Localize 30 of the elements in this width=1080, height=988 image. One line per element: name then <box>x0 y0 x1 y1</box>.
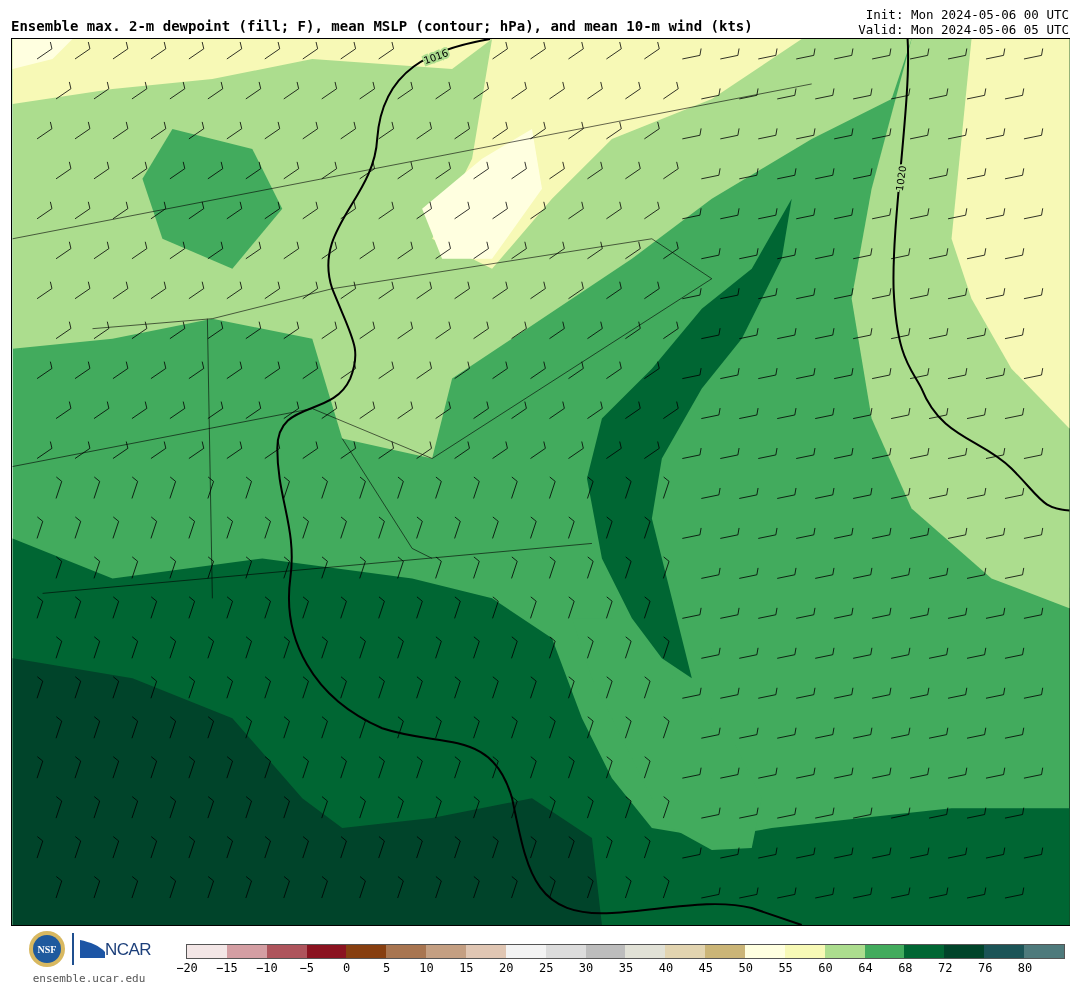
scale-tick-label: −20 <box>176 962 198 974</box>
scale-tick-label: 45 <box>698 962 714 974</box>
valid-time: Valid: Mon 2024-05-06 05 UTC <box>858 22 1069 37</box>
isobar-label: 1016 <box>422 47 450 67</box>
ncar-logo: NCAR <box>104 941 152 958</box>
scale-tick-label: 60 <box>818 962 833 974</box>
nsf-logo: NSF <box>27 930 66 968</box>
scale-tick-label: 76 <box>977 962 993 974</box>
scale-tick-label: 20 <box>499 962 514 974</box>
scale-tick-label: 15 <box>459 962 474 974</box>
scale-tick-label: 80 <box>1017 962 1033 974</box>
scale-tick-label: 10 <box>419 962 434 974</box>
scale-tick-label: 40 <box>658 962 674 974</box>
scale-tick-label: 30 <box>578 962 594 974</box>
init-time: Init: Mon 2024-05-06 00 UTC <box>865 7 1069 22</box>
scale-tick-label: −10 <box>255 962 278 974</box>
site-url: ensemble.ucar.edu <box>31 971 146 987</box>
scale-tick-label: −5 <box>299 962 314 974</box>
chart-title: Ensemble max. 2-m dewpoint (fill; F), mean MSLP (contour; hPa), and mean 10-m wind (kts) <box>11 19 753 36</box>
scale-tick-label: 50 <box>738 962 753 974</box>
scale-tick-label: 64 <box>858 962 873 974</box>
scale-tick-label: 35 <box>618 962 634 974</box>
scale-tick-label: 0 <box>343 962 351 974</box>
scale-tick-label: 25 <box>538 962 554 974</box>
scale-tick-label: 68 <box>898 962 913 974</box>
scale-tick-label: 55 <box>778 962 793 974</box>
isobar-label: 1020 <box>893 165 909 192</box>
scale-tick-label: 5 <box>382 962 391 974</box>
scale-tick-label: −15 <box>216 962 238 974</box>
scale-tick-label: 72 <box>938 962 953 974</box>
